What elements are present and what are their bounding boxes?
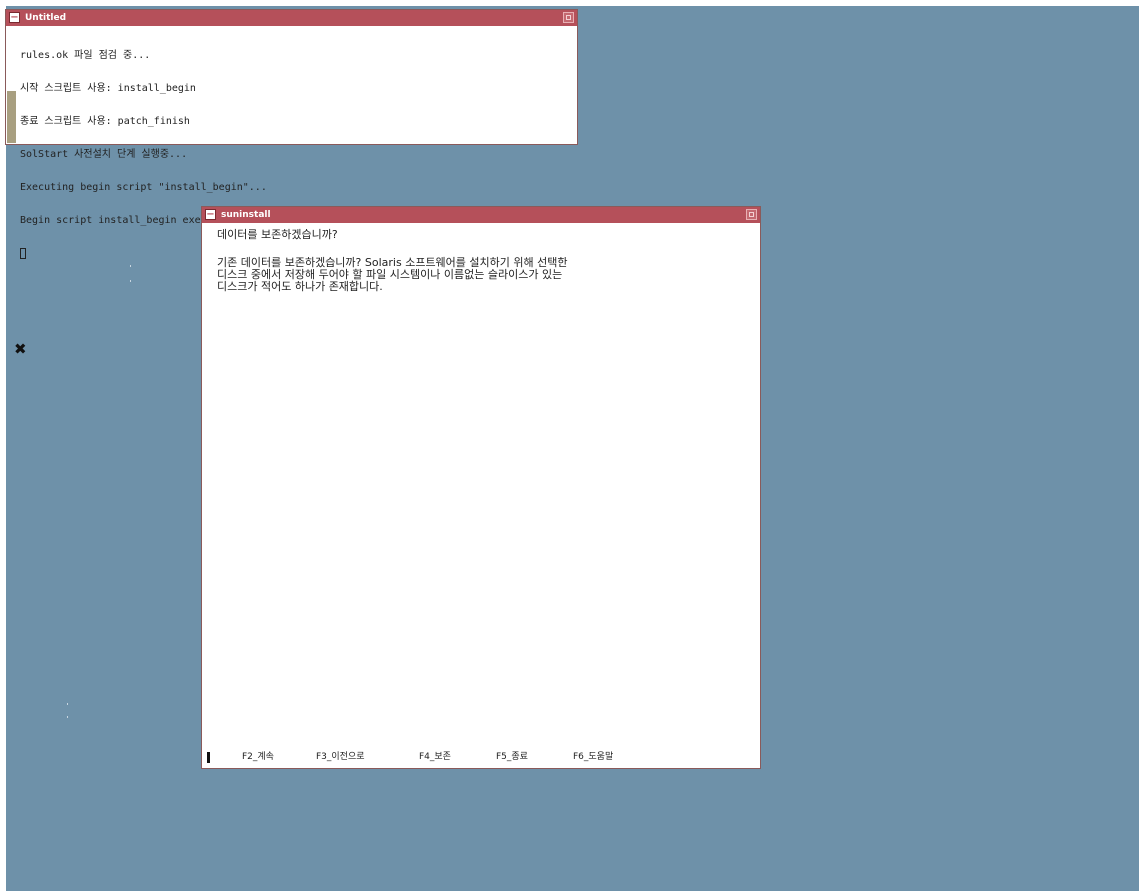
f2-continue-key[interactable]: F2_계속: [242, 750, 274, 764]
f5-exit-key[interactable]: F5_종료: [496, 750, 528, 764]
f6-help-key[interactable]: F6_도움말: [573, 750, 613, 764]
window-menu-icon[interactable]: −: [9, 12, 20, 23]
terminal-titlebar[interactable]: − Untitled: [6, 10, 577, 26]
text-cursor: [207, 752, 210, 763]
desktop-speck: [67, 703, 68, 705]
suninstall-content: 데이터를 보존하겠습니까? 기존 데이터를 보존하겠습니까? Solaris 소…: [217, 229, 740, 293]
f4-preserve-key[interactable]: F4_보존: [419, 750, 451, 764]
dialog-text-line: 디스크가 적어도 하나가 존재합니다.: [217, 280, 383, 293]
terminal-line: 시작 스크립트 사용: install_begin: [20, 83, 196, 94]
terminal-line: SolStart 사전설치 단계 실행중...: [20, 149, 188, 160]
maximize-icon[interactable]: [563, 12, 574, 23]
terminal-title: Untitled: [25, 13, 67, 23]
suninstall-title: suninstall: [221, 210, 271, 220]
terminal-scrollbar[interactable]: [6, 26, 18, 144]
suninstall-titlebar[interactable]: − suninstall: [202, 207, 760, 223]
desktop-speck: [67, 716, 68, 718]
desktop: ✖ − Untitled rules.ok 파일 점검 중... 시작 스크립트…: [0, 0, 1139, 891]
f3-back-key[interactable]: F3_이전으로: [316, 750, 365, 764]
maximize-icon[interactable]: [746, 209, 757, 220]
x-pointer-icon: ✖: [14, 340, 27, 358]
terminal-line: 종료 스크립트 사용: patch_finish: [20, 116, 190, 127]
suninstall-window[interactable]: − suninstall 데이터를 보존하겠습니까? 기존 데이터를 보존하겠습…: [201, 206, 761, 769]
window-menu-icon[interactable]: −: [205, 209, 216, 220]
terminal-line: rules.ok 파일 점검 중...: [20, 50, 151, 61]
dialog-heading: 데이터를 보존하겠습니까?: [217, 228, 338, 241]
terminal-window[interactable]: − Untitled rules.ok 파일 점검 중... 시작 스크립트 사…: [5, 9, 578, 259]
text-cursor: [20, 248, 26, 259]
function-key-bar: F2_계속 F3_이전으로 F4_보존 F5_종료 F6_도움말: [206, 750, 756, 764]
screen-border-top: [0, 0, 1139, 6]
scrollbar-thumb[interactable]: [7, 91, 16, 143]
terminal-line: Executing begin script "install_begin"..…: [20, 182, 267, 193]
